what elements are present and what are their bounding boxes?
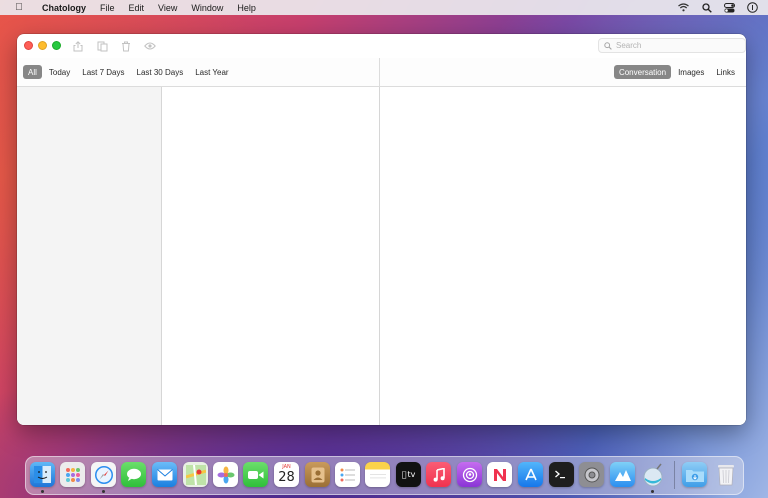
export-icon[interactable]	[95, 39, 109, 53]
siri-icon[interactable]	[747, 2, 758, 13]
tab-links[interactable]: Links	[711, 65, 740, 79]
search-placeholder: Search	[616, 41, 642, 50]
tab-conversation[interactable]: Conversation	[613, 65, 672, 79]
maps-icon[interactable]	[183, 462, 208, 487]
conversation-detail-pane[interactable]	[380, 87, 746, 425]
finder-running-indicator	[41, 490, 44, 493]
menu-edit[interactable]: Edit	[129, 3, 145, 13]
conversation-list-pane[interactable]	[162, 87, 380, 425]
tab-images[interactable]: Images	[673, 65, 709, 79]
music-icon[interactable]	[426, 462, 451, 487]
mail-icon[interactable]	[152, 462, 177, 487]
app-window: Search All Today Last 7 Days Last 30 Day…	[17, 34, 746, 425]
preview-eye-icon[interactable]	[143, 39, 157, 53]
notes-icon[interactable]	[365, 462, 390, 487]
filter-bar: All Today Last 7 Days Last 30 Days Last …	[17, 58, 746, 87]
filter-last-7-days[interactable]: Last 7 Days	[77, 65, 129, 79]
trash-icon[interactable]	[119, 39, 133, 53]
filter-today[interactable]: Today	[44, 65, 75, 79]
filter-bar-divider	[379, 58, 380, 87]
filter-last-year[interactable]: Last Year	[190, 65, 233, 79]
search-icon	[604, 41, 612, 50]
sidebar-pane[interactable]	[17, 87, 162, 425]
menu-help[interactable]: Help	[237, 3, 256, 13]
control-center-icon[interactable]	[724, 2, 735, 13]
app-store-icon[interactable]	[518, 462, 543, 487]
menu-bar:  Chatology File Edit View Window Help	[0, 0, 768, 15]
monitoring-app-icon[interactable]	[610, 462, 635, 487]
terminal-icon[interactable]	[549, 462, 574, 487]
wifi-icon[interactable]	[678, 2, 689, 13]
launchpad-icon[interactable]	[60, 462, 85, 487]
filter-all[interactable]: All	[23, 65, 42, 79]
trash-bin-icon[interactable]	[713, 462, 738, 487]
podcasts-icon[interactable]	[457, 462, 482, 487]
apple-tv-icon[interactable]:  tv	[396, 462, 421, 487]
contacts-icon[interactable]	[305, 462, 330, 487]
messages-icon[interactable]	[121, 462, 146, 487]
menu-view[interactable]: View	[158, 3, 177, 13]
title-bar: Search	[17, 34, 746, 58]
share-icon[interactable]	[71, 39, 85, 53]
close-window-button[interactable]	[24, 41, 33, 50]
reminders-icon[interactable]	[335, 462, 360, 487]
calendar-day: 28	[278, 470, 295, 485]
calendar-icon[interactable]: JAN 28	[274, 462, 299, 487]
apple-menu-icon[interactable]: 	[12, 2, 26, 13]
dock-separator	[674, 461, 675, 489]
menu-app-name[interactable]: Chatology	[42, 3, 86, 13]
apple-tv-logo-icon: 	[402, 470, 407, 479]
news-icon[interactable]	[487, 462, 512, 487]
photos-icon[interactable]	[213, 462, 238, 487]
chatology-app-icon[interactable]	[640, 462, 665, 487]
filter-last-30-days[interactable]: Last 30 Days	[132, 65, 189, 79]
system-preferences-icon[interactable]	[579, 462, 604, 487]
view-tab-group: Conversation Images Links	[613, 65, 740, 79]
chatology-running-indicator	[651, 490, 654, 493]
menu-file[interactable]: File	[100, 3, 115, 13]
facetime-icon[interactable]	[243, 462, 268, 487]
spotlight-search-icon[interactable]	[701, 2, 712, 13]
search-field[interactable]: Search	[598, 38, 746, 53]
menu-window[interactable]: Window	[191, 3, 223, 13]
zoom-window-button[interactable]	[52, 41, 61, 50]
downloads-folder-icon[interactable]	[682, 462, 707, 487]
date-filter-group: All Today Last 7 Days Last 30 Days Last …	[23, 65, 234, 79]
finder-icon[interactable]	[30, 462, 55, 487]
minimize-window-button[interactable]	[38, 41, 47, 50]
apple-tv-label: tv	[405, 470, 415, 479]
safari-running-indicator	[102, 490, 105, 493]
safari-icon[interactable]	[91, 462, 116, 487]
